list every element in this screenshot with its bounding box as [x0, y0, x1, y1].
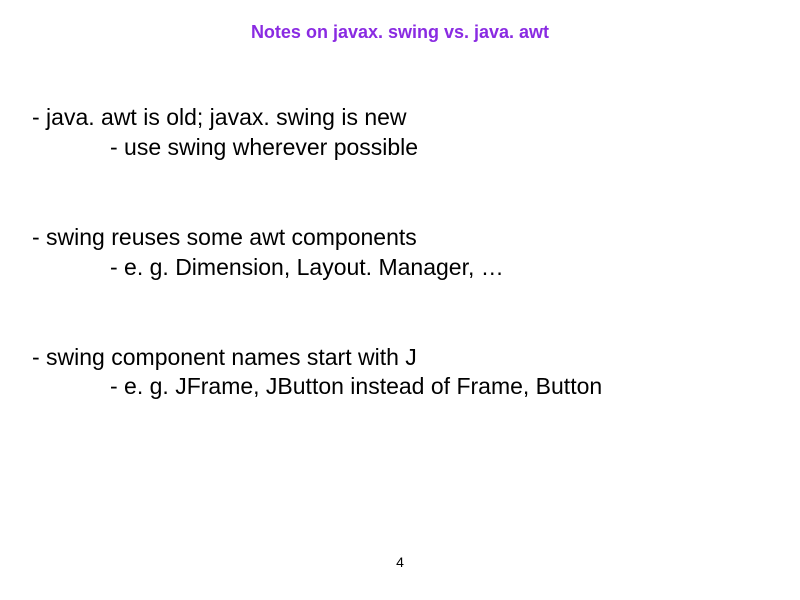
bullet-main: - swing component names start with J — [32, 343, 768, 373]
bullet-main: - java. awt is old; javax. swing is new — [32, 103, 768, 133]
bullet-sub: - e. g. JFrame, JButton instead of Frame… — [32, 372, 768, 402]
slide-title: Notes on javax. swing vs. java. awt — [0, 0, 800, 43]
page-number: 4 — [0, 554, 800, 570]
bullet-main: - swing reuses some awt components — [32, 223, 768, 253]
slide-content: - java. awt is old; javax. swing is new … — [0, 103, 800, 402]
bullet-sub: - e. g. Dimension, Layout. Manager, … — [32, 253, 768, 283]
bullet-sub: - use swing wherever possible — [32, 133, 768, 163]
